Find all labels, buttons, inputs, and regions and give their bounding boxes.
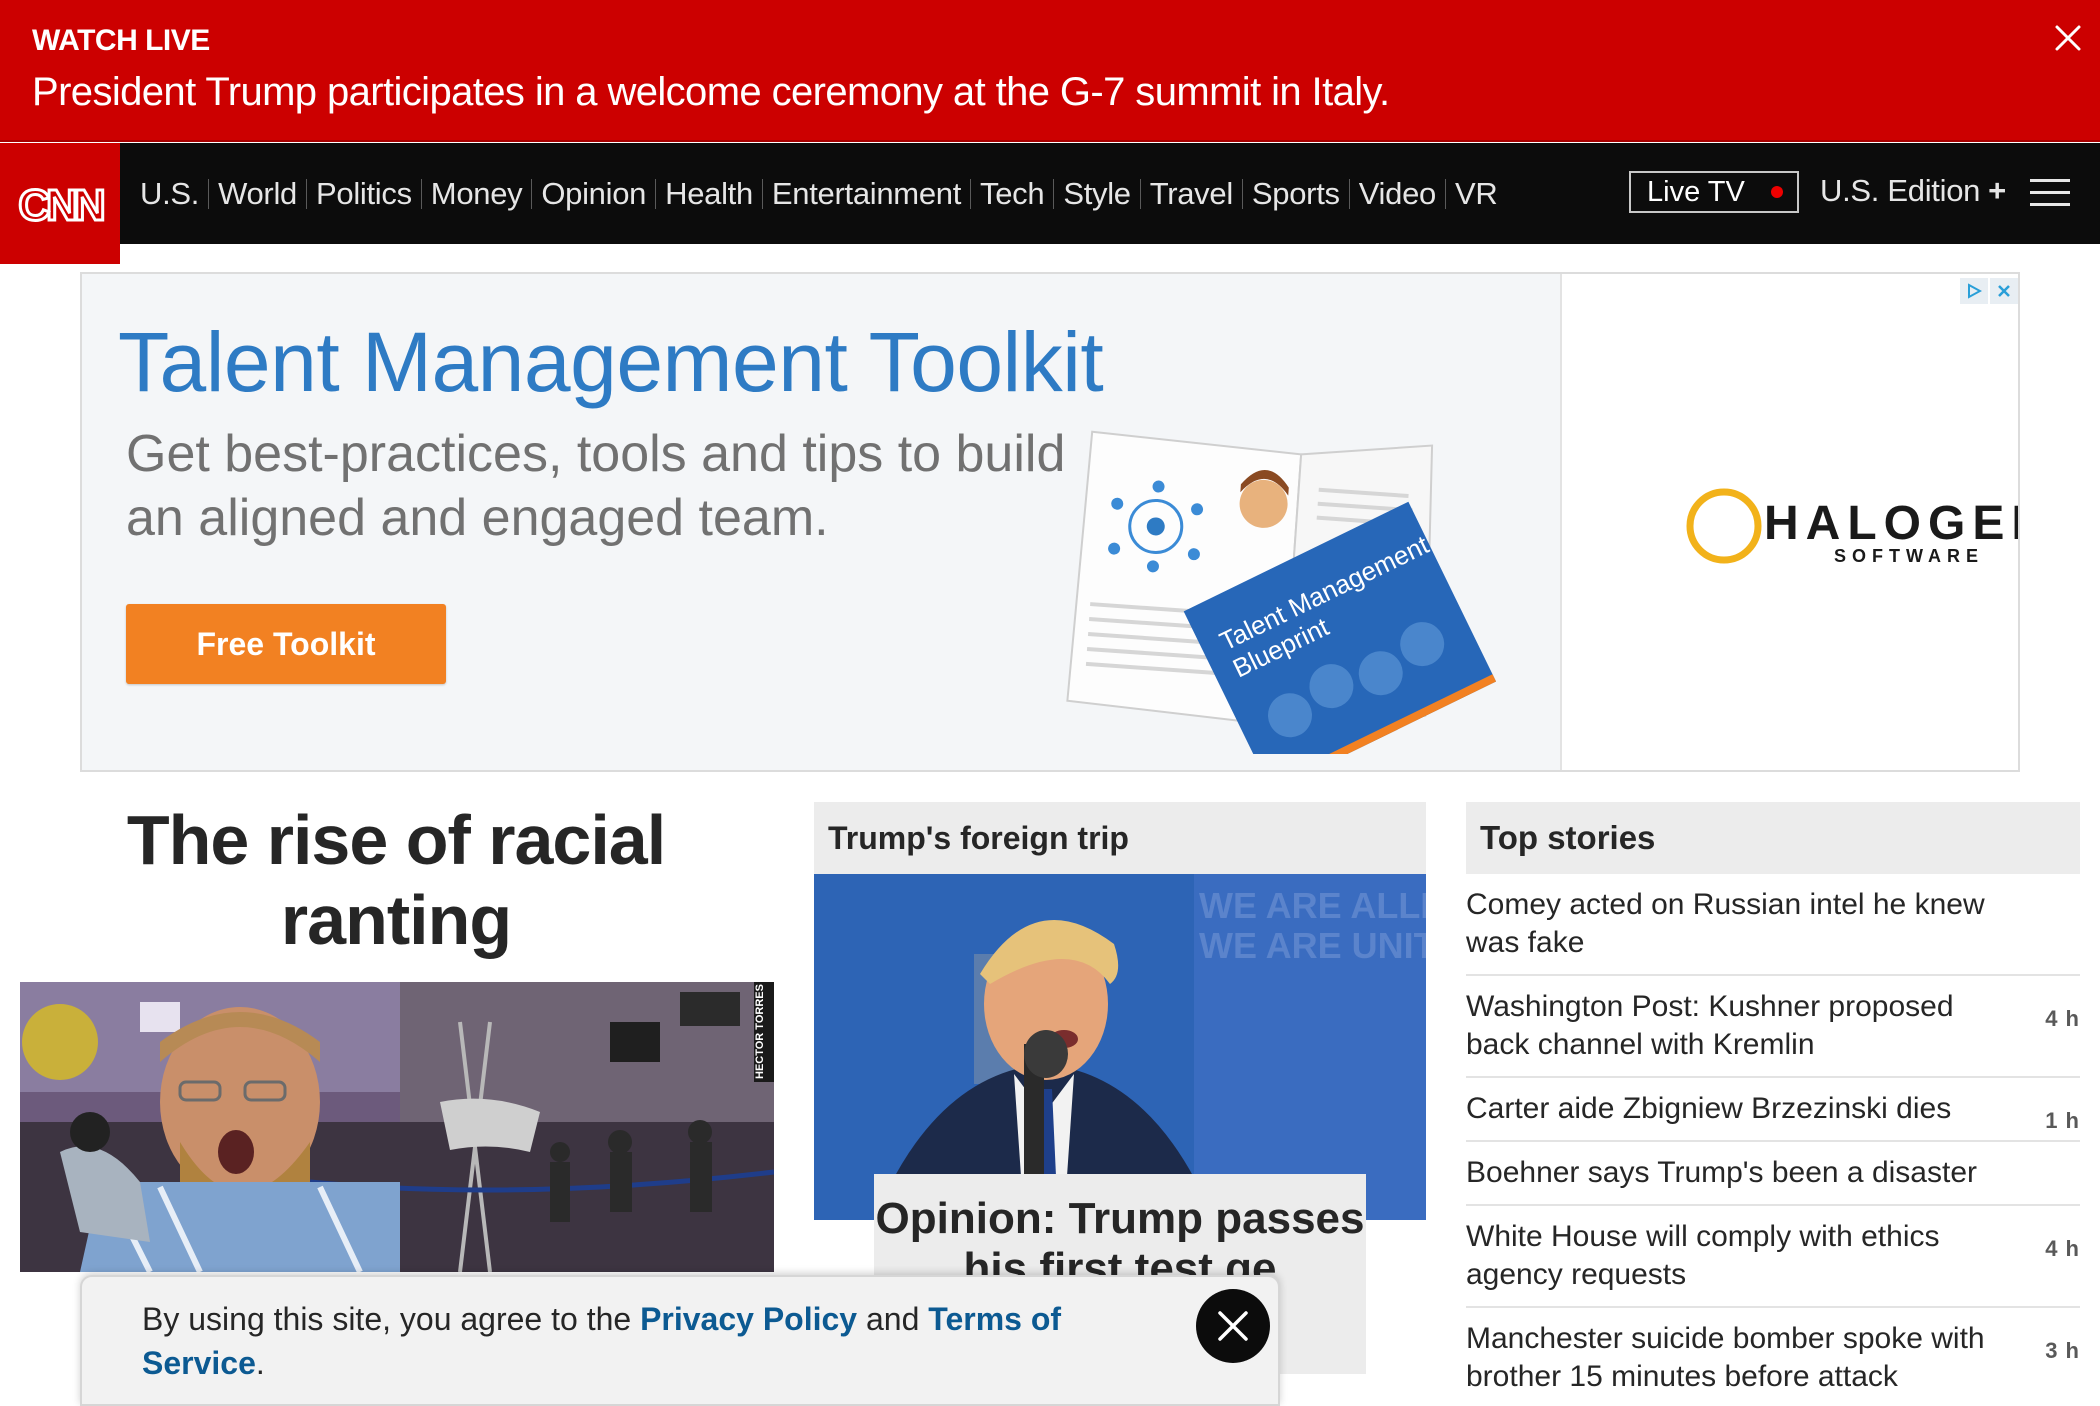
nav-link-sports[interactable]: Sports [1241,178,1349,209]
top-story-title: Comey acted on Russian intel he knew was… [1466,888,1985,959]
cookie-prefix: By using this site, you agree to the [142,1301,641,1337]
top-story-title: Washington Post: Kushner proposed back c… [1466,990,1954,1061]
main-nav: U.S. World Politics Money Opinion Health… [0,143,2100,244]
top-story-title: Carter aide Zbigniew Brzezinski dies [1466,1092,1952,1125]
top-story-time: 4 h [2045,1236,2080,1261]
top-story-item[interactable]: Comey acted on Russian intel he knew was… [1466,874,2080,976]
cnn-logo[interactable]: CNN [0,143,120,264]
nav-link-entertainment[interactable]: Entertainment [761,178,970,209]
advertisement-banner[interactable]: Talent Management Toolkit Get best-pract… [80,272,2020,772]
svg-text:WE ARE ALLIES: WE ARE ALLIES [1199,885,1426,926]
nav-link-video[interactable]: Video [1348,178,1445,209]
top-stories-header: Top stories [1466,802,2080,874]
svg-text:WE ARE UNITED: WE ARE UNITED [1199,925,1426,966]
cookie-consent-notice: By using this site, you agree to the Pri… [80,1275,1280,1406]
live-tv-button[interactable]: Live TV [1629,171,1799,213]
banner-kicker: WATCH LIVE [32,24,210,57]
top-story-title: Boehner says Trump's been a disaster [1466,1156,1977,1189]
halogen-brand-sub: SOFTWARE [1834,546,1984,566]
top-story-time: 1 h [2045,1108,2080,1133]
cookie-suffix: . [255,1345,265,1381]
close-icon [1218,1311,1248,1341]
plus-icon: + [1988,173,2006,208]
nav-link-style[interactable]: Style [1053,178,1139,209]
nav-link-travel[interactable]: Travel [1139,178,1242,209]
mid-story-image[interactable]: WE ARE ALLIES WE ARE UNITED [814,874,1426,1220]
nav-link-world[interactable]: World [208,178,306,209]
nav-link-money[interactable]: Money [420,178,532,209]
lead-story-image[interactable] [20,982,774,1272]
banner-headline[interactable]: President Trump participates in a welcom… [32,70,1390,115]
photo-credit: HECTOR TORRES [754,982,774,1082]
cookie-close-button[interactable] [1196,1289,1270,1363]
ad-title: Talent Management Toolkit [118,315,1104,409]
booklet-illustration: Talent Management Blueprint [1066,430,1497,754]
top-story-title: White House will comply with ethics agen… [1466,1220,1940,1291]
breaking-news-banner[interactable]: WATCH LIVE President Trump participates … [0,0,2100,142]
ad-choices[interactable] [1960,278,2018,304]
hamburger-menu-icon[interactable] [2030,179,2070,209]
airport-scene-image [20,982,774,1272]
cnn-logo-mark: CNN [17,180,108,228]
top-story-time: 3 h [2045,1338,2080,1363]
live-dot-icon [1770,186,1783,198]
live-tv-label: Live TV [1647,175,1745,208]
adchoices-icon[interactable] [1960,278,1988,304]
top-story-item[interactable]: Boehner says Trump's been a disaster [1466,1142,2080,1206]
cookie-and: and [857,1301,929,1337]
top-story-item[interactable]: White House will comply with ethics agen… [1466,1206,2080,1308]
edition-selector[interactable]: U.S. Edition + [1820,173,2006,209]
close-icon[interactable] [2052,22,2084,54]
section-label-trumps-foreign-trip[interactable]: Trump's foreign trip [814,802,1426,874]
lead-headline[interactable]: The rise of racial ranting [20,800,772,960]
top-story-item[interactable]: Washington Post: Kushner proposed back c… [1466,976,2080,1078]
nav-link-vr[interactable]: VR [1444,178,1506,209]
top-story-item[interactable]: Manchester suicide bomber spoke with bro… [1466,1308,2080,1406]
ad-subtitle: Get best-practices, tools and tips to bu… [126,425,1066,547]
trump-podium-image: WE ARE ALLIES WE ARE UNITED [814,874,1426,1220]
svg-text:CNN: CNN [18,181,103,228]
halogen-logo-ring [1686,488,1762,564]
free-toolkit-button[interactable]: Free Toolkit [126,604,446,684]
nav-link-opinion[interactable]: Opinion [531,178,655,209]
nav-link-health[interactable]: Health [655,178,762,209]
ad-close-icon[interactable] [1990,278,2018,304]
halogen-brand: HALOGEN [1764,497,2018,550]
cookie-text: By using this site, you agree to the Pri… [142,1297,1102,1385]
privacy-policy-link[interactable]: Privacy Policy [640,1301,857,1337]
top-story-title: Manchester suicide bomber spoke with bro… [1466,1322,1985,1393]
top-story-item[interactable]: Carter aide Zbigniew Brzezinski dies 1 h [1466,1078,2080,1142]
edition-label: U.S. Edition [1820,173,1981,208]
nav-links: U.S. World Politics Money Opinion Health… [138,143,1506,244]
nav-link-us[interactable]: U.S. [138,178,208,209]
top-stories-list: Comey acted on Russian intel he knew was… [1466,874,2080,1406]
nav-link-politics[interactable]: Politics [306,178,421,209]
nav-link-tech[interactable]: Tech [970,178,1053,209]
top-story-time: 4 h [2045,1006,2080,1031]
